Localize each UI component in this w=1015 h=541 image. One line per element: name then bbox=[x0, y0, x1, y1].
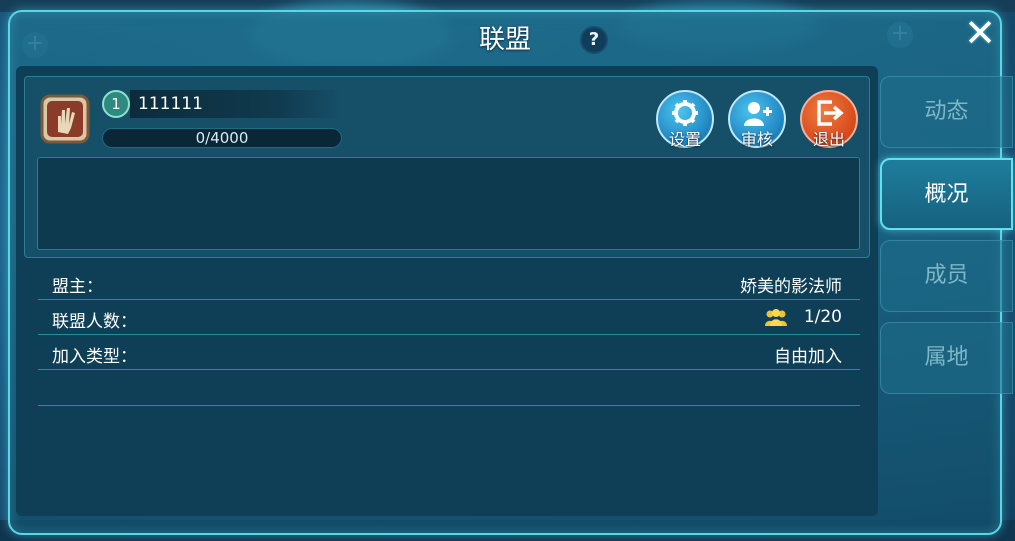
join-type-label: 加入类型： bbox=[52, 347, 137, 367]
member-count-row: 联盟人数： 1/20 bbox=[38, 301, 860, 335]
alliance-name: 111111 bbox=[130, 90, 340, 118]
user-add-icon bbox=[744, 102, 772, 126]
review-button-label: 审核 bbox=[740, 130, 773, 149]
exit-button[interactable]: 退出 bbox=[800, 90, 858, 149]
member-count-label: 联盟人数： bbox=[52, 312, 137, 332]
settings-button[interactable]: 设置 bbox=[656, 90, 714, 149]
review-button[interactable]: 审核 bbox=[728, 90, 786, 149]
close-button[interactable]: ✕ bbox=[960, 14, 1000, 54]
alliance-notice bbox=[37, 157, 860, 250]
leader-row: 盟主： 娇美的影法师 bbox=[38, 266, 860, 300]
settings-button-label: 设置 bbox=[668, 130, 701, 149]
members-icon bbox=[765, 309, 787, 326]
member-count-value: 1/20 bbox=[803, 307, 842, 327]
leader-label: 盟主： bbox=[52, 277, 103, 297]
alliance-level-badge: 1 bbox=[102, 90, 130, 118]
empty-row bbox=[38, 370, 860, 406]
join-type-value: 自由加入 bbox=[774, 347, 842, 367]
tab-territory[interactable]: 属地 bbox=[880, 322, 1013, 394]
alliance-emblem-icon bbox=[38, 92, 92, 146]
exit-button-label: 退出 bbox=[812, 130, 845, 149]
leader-value: 娇美的影法师 bbox=[740, 277, 842, 297]
panel-title: 联盟 bbox=[478, 25, 531, 55]
exit-icon bbox=[817, 100, 844, 126]
help-button[interactable]: ? bbox=[580, 26, 608, 54]
tab-members[interactable]: 成员 bbox=[880, 240, 1013, 312]
tab-overview[interactable]: 概况 bbox=[880, 158, 1013, 230]
alliance-exp-bar: 0/4000 bbox=[102, 128, 342, 148]
gear-icon bbox=[672, 100, 698, 126]
exp-text: 0/4000 bbox=[195, 129, 249, 147]
tab-activity[interactable]: 动态 bbox=[880, 76, 1013, 148]
join-type-row: 加入类型： 自由加入 bbox=[38, 336, 860, 370]
